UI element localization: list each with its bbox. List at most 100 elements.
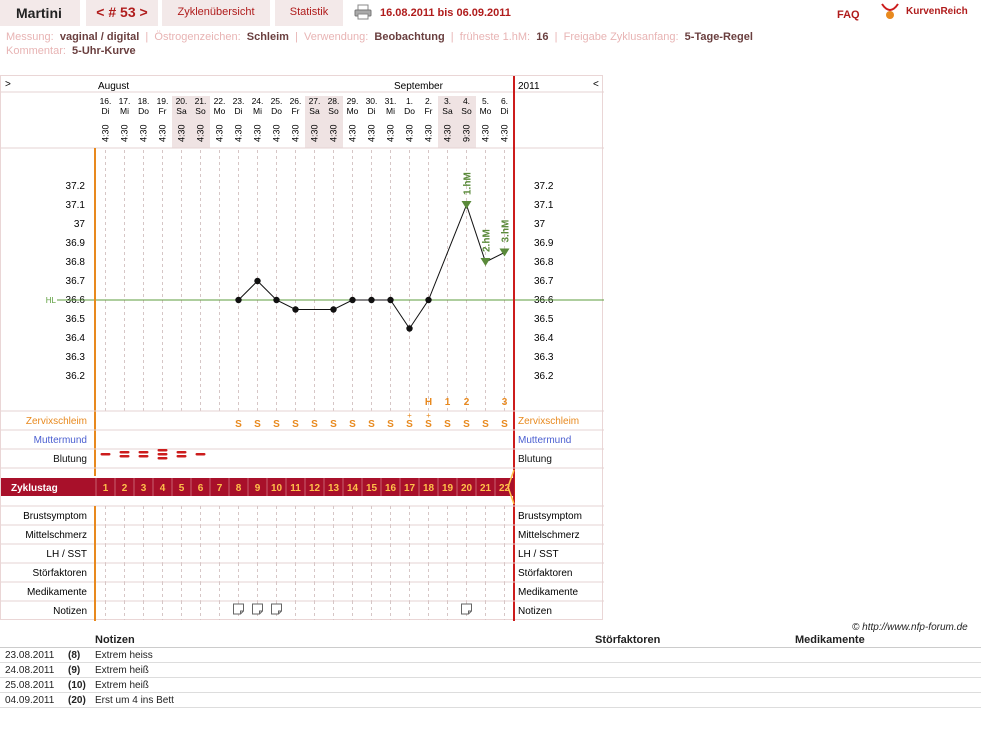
bleeding-mark <box>119 451 130 454</box>
comment-line: Kommentar: 5-Uhr-Kurve <box>6 45 136 57</box>
day-weekday: So <box>461 106 472 116</box>
temp-axis-label: 37.2 <box>534 181 554 192</box>
day-weekday: Di <box>500 106 508 116</box>
row-label-medi: Medikamente <box>27 587 87 598</box>
temp-axis-label: 36.9 <box>66 238 86 249</box>
row-label-mittel: Mittelschmerz <box>518 530 580 541</box>
measure-time: 4:30 <box>215 124 225 142</box>
row-label-blutung: Blutung <box>53 454 87 465</box>
day-date: 20. <box>176 96 188 106</box>
row-label-stoer: Störfaktoren <box>33 568 87 579</box>
table-row: 04.09.2011 (20) Erst um 4 ins Bett <box>0 693 981 708</box>
collapse-right-toggle[interactable]: < <box>593 79 599 90</box>
row-label-zervix: Zervixschleim <box>26 416 87 427</box>
cycle-day-number: 13 <box>328 483 340 494</box>
day-weekday: Mo <box>480 106 492 116</box>
day-weekday: Di <box>234 106 242 116</box>
note-icon[interactable] <box>233 603 244 615</box>
temperature-point <box>349 296 356 304</box>
temp-axis-label: 36.7 <box>66 276 86 287</box>
measure-time: 4:30 <box>101 124 111 142</box>
temp-axis-label: 37 <box>74 219 86 230</box>
temperature-point <box>235 296 242 304</box>
measure-time: 9:30 <box>462 124 472 142</box>
month-label: August <box>98 81 129 92</box>
note-icon[interactable] <box>461 603 472 615</box>
cycle-overview-tab[interactable]: Zyklenübersicht <box>162 0 270 26</box>
row-label-lh: LH / SST <box>518 549 559 560</box>
faq-link[interactable]: FAQ <box>837 9 860 21</box>
day-date: 27. <box>309 96 321 106</box>
expand-left-toggle[interactable]: > <box>5 79 11 90</box>
day-date: 21. <box>195 96 207 106</box>
day-weekday: Do <box>404 106 415 116</box>
cycle-day-number: 8 <box>236 483 242 494</box>
day-date: 29. <box>347 96 359 106</box>
day-date: 23. <box>233 96 245 106</box>
day-date: 28. <box>328 96 340 106</box>
measure-time: 4:30 <box>253 124 263 142</box>
row-label-notizen: Notizen <box>53 606 87 617</box>
temp-axis-label: 36.9 <box>534 238 554 249</box>
mucus-symbol: S <box>368 419 375 430</box>
day-date: 5. <box>482 96 489 106</box>
higher-measurement-marker <box>461 201 472 209</box>
day-date: 17. <box>119 96 131 106</box>
cycle-day-number: 14 <box>347 483 359 494</box>
measure-time: 4:30 <box>443 124 453 142</box>
measure-time: 4:30 <box>367 124 377 142</box>
mucus-symbol: S <box>387 419 394 430</box>
day-weekday: So <box>195 106 206 116</box>
measure-time: 4:30 <box>405 124 415 142</box>
mucus-symbol: S <box>406 419 413 430</box>
cycle-day-number: 19 <box>442 483 454 494</box>
measure-time: 4:30 <box>158 124 168 142</box>
printer-icon[interactable] <box>354 4 372 20</box>
mucus-symbol: S <box>235 419 242 430</box>
day-weekday: Mi <box>386 106 395 116</box>
row-label-notizen: Notizen <box>518 606 552 617</box>
temp-axis-label: 36.5 <box>66 314 86 325</box>
bleeding-mark <box>138 451 149 454</box>
mucus-symbol: S <box>482 419 489 430</box>
mucus-symbol: S <box>254 419 261 430</box>
cycle-navigation-button[interactable]: < # 53 > <box>86 0 158 26</box>
medikamente-column-header: Medikamente <box>795 634 865 646</box>
measure-time: 4:30 <box>329 124 339 142</box>
note-icon[interactable] <box>271 603 282 615</box>
brand-name[interactable]: KurvenReich <box>906 6 968 17</box>
day-weekday: Di <box>101 106 109 116</box>
row-label-stoer: Störfaktoren <box>518 568 572 579</box>
table-row: 23.08.2011 (8) Extrem heiss <box>0 648 981 663</box>
peak-count-label: 2 <box>464 397 470 408</box>
bleeding-mark <box>157 449 168 452</box>
peak-count-label: 1 <box>445 397 451 408</box>
bleeding-mark <box>119 455 130 458</box>
mucus-symbol: S <box>273 419 280 430</box>
mucus-symbol: S <box>425 419 432 430</box>
cycle-day-number: 20 <box>461 483 473 494</box>
temp-axis-label: 36.2 <box>66 371 86 382</box>
measure-time: 4:30 <box>348 124 358 142</box>
mucus-symbol: S <box>311 419 318 430</box>
higher-measurement-marker <box>499 248 510 257</box>
cycle-day-number: 2 <box>122 483 128 494</box>
cycle-chart-svg: > <August September 201116.Di4:3017.Mi4:301… <box>1 76 604 621</box>
temperature-point <box>330 306 337 313</box>
row-label-muttermund: Muttermund <box>34 435 87 446</box>
mucus-symbol: S <box>501 419 508 430</box>
note-icon[interactable] <box>252 603 263 615</box>
cycle-day-number: 5 <box>179 483 185 494</box>
row-label-brust: Brustsymptom <box>518 511 582 522</box>
cycle-day-number: 21 <box>480 483 492 494</box>
measure-time: 4:30 <box>139 124 149 142</box>
bleeding-mark <box>157 453 168 456</box>
day-date: 19. <box>157 96 169 106</box>
measure-time: 4:30 <box>500 124 510 142</box>
statistics-tab[interactable]: Statistik <box>275 0 343 26</box>
cycle-day-number: 1 <box>103 483 109 494</box>
coverline-label: HL <box>46 296 57 305</box>
kurvenreich-logo-icon[interactable] <box>880 2 900 20</box>
row-label-zervix: Zervixschleim <box>518 416 579 427</box>
day-weekday: Sa <box>442 106 453 116</box>
